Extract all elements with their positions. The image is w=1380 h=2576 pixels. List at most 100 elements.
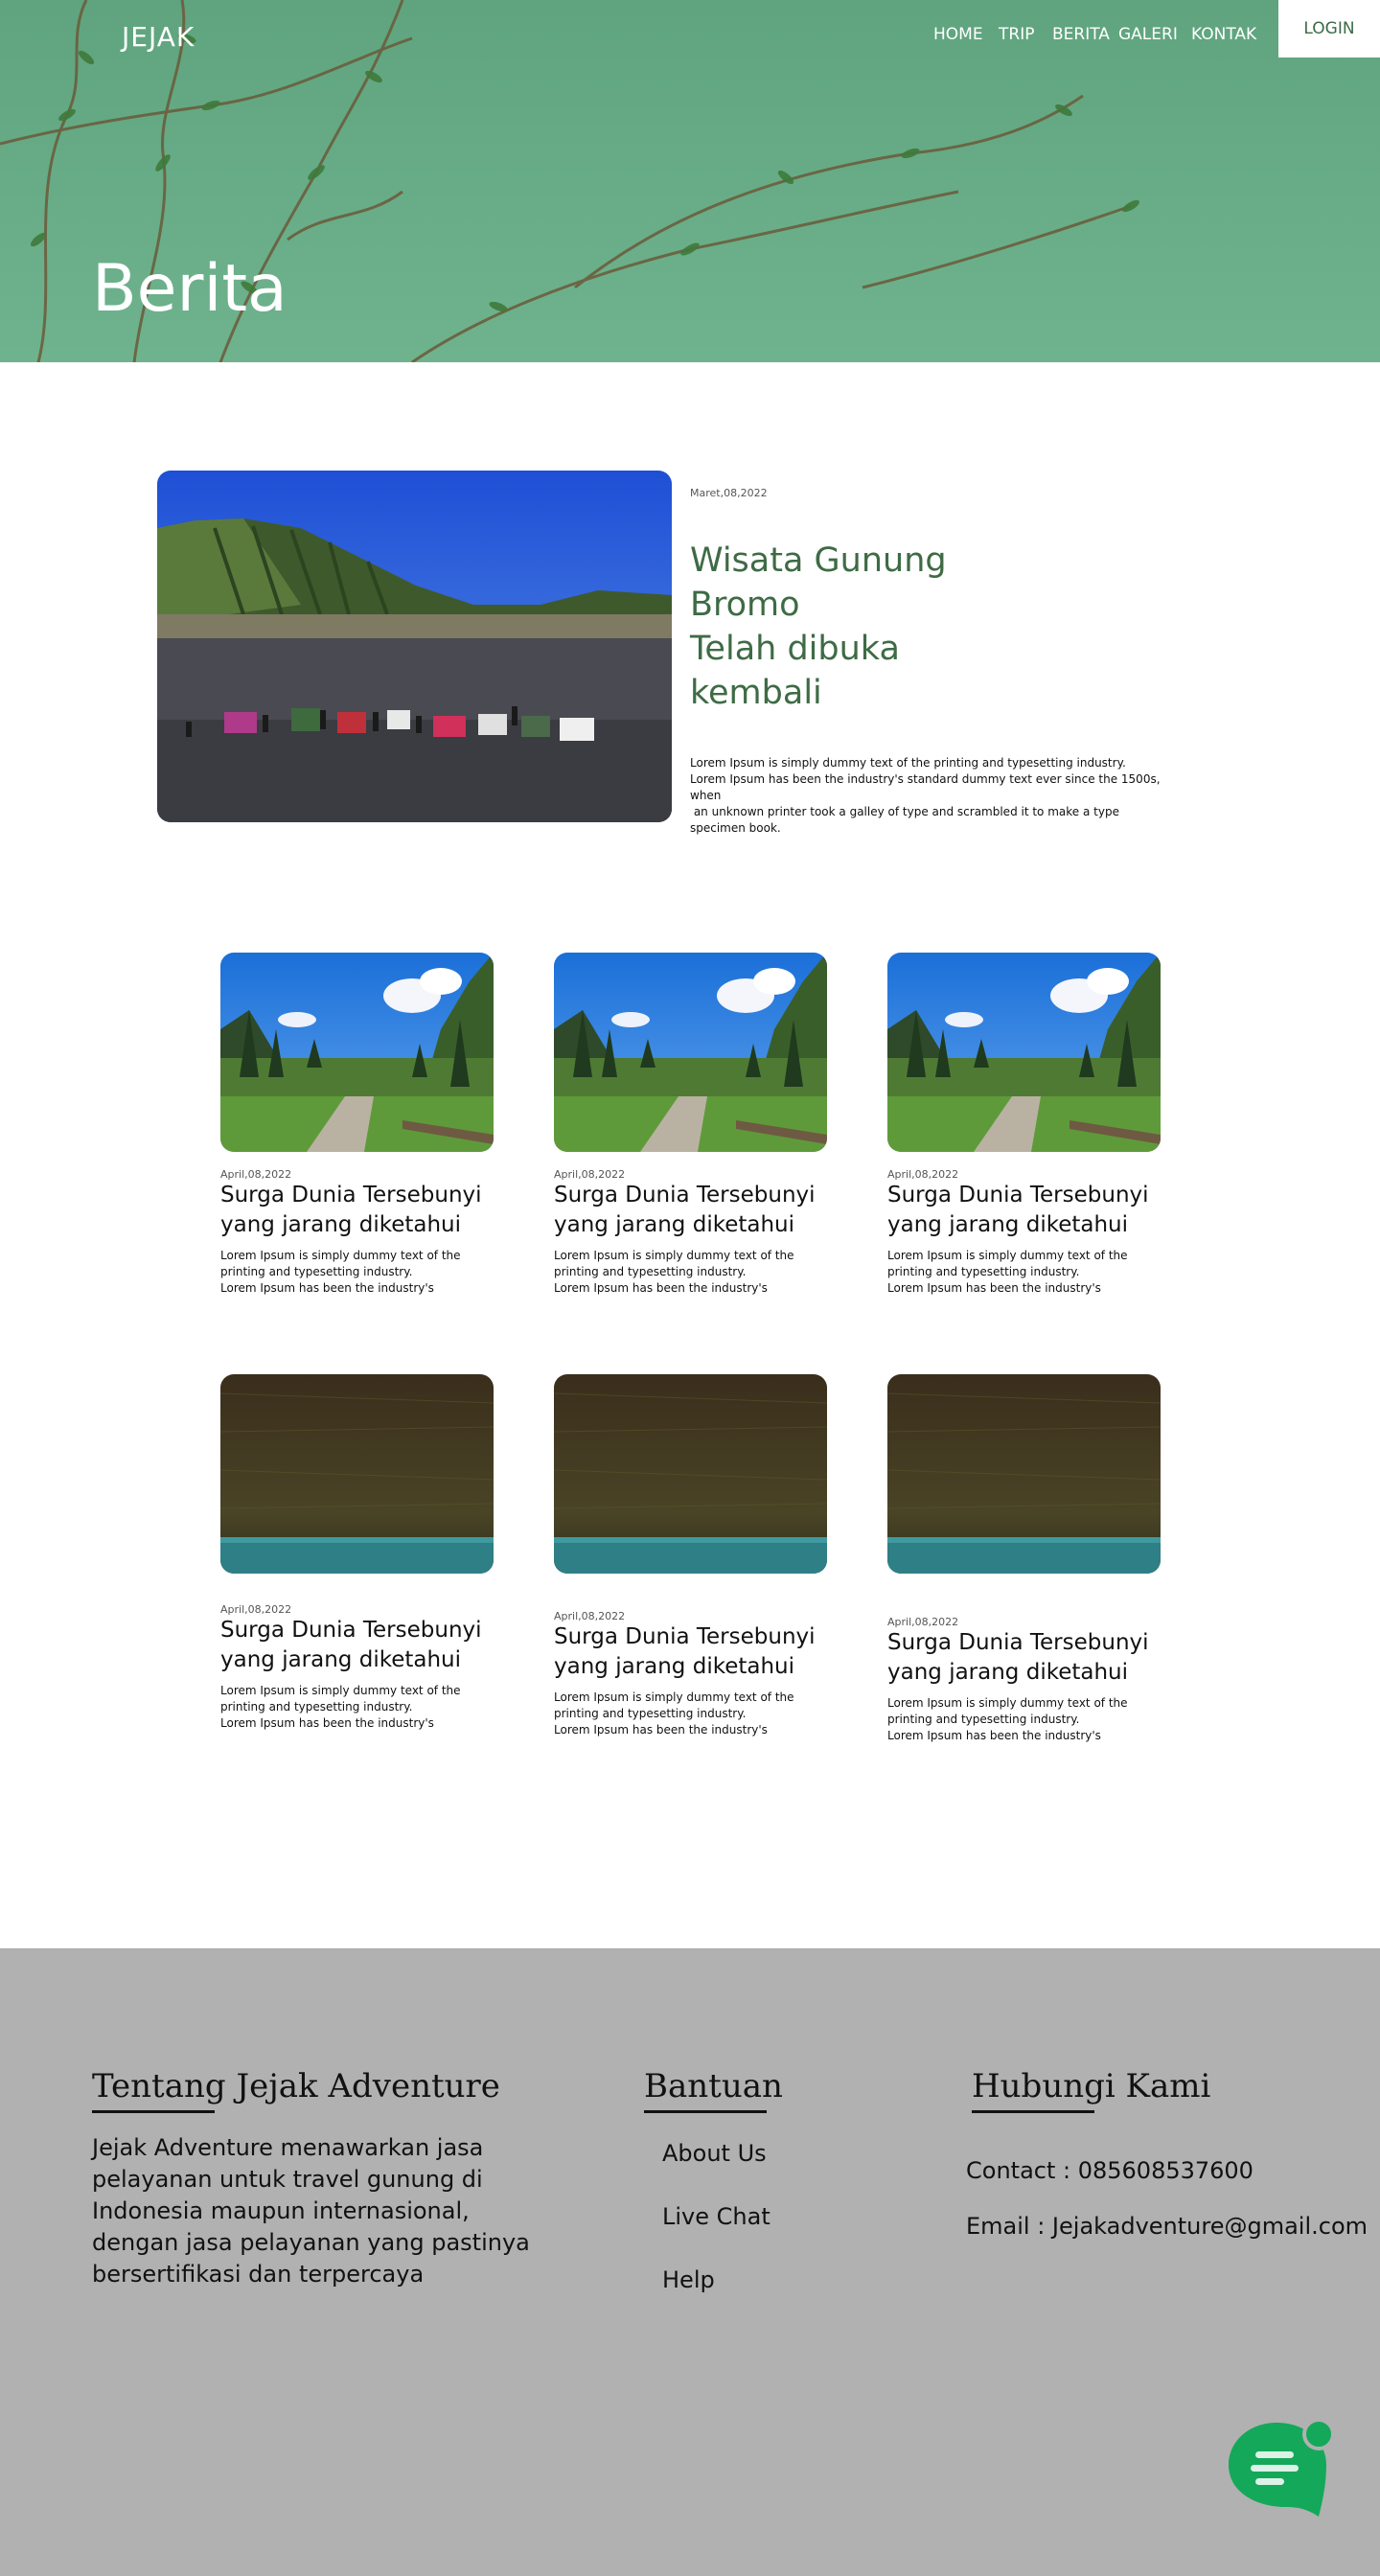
forest-lake-photo (220, 1374, 494, 1574)
nav-berita[interactable]: BERITA (1052, 25, 1110, 44)
title-line: yang jarang diketahui (887, 1212, 1129, 1237)
footer-contact-email[interactable]: Email : Jejakadventure@gmail.com (966, 2211, 1368, 2242)
desc-line: Lorem Ipsum has been the industry's (220, 1281, 434, 1295)
article-card-date: April,08,2022 (887, 1168, 959, 1181)
title-line: Surga Dunia Tersebunyi (220, 1183, 482, 1208)
featured-desc-line: Lorem Ipsum is simply dummy text of the … (690, 756, 1126, 770)
desc-line: Lorem Ipsum is simply dummy text of the (220, 1684, 461, 1697)
title-line: Surga Dunia Tersebunyi (220, 1618, 482, 1643)
about-line: Jejak Adventure menawarkan jasa (92, 2134, 484, 2161)
article-card-image[interactable] (220, 953, 494, 1152)
article-card-title[interactable]: Surga Dunia Tersebunyi yang jarang diket… (554, 1622, 841, 1682)
mountain-valley-photo (887, 953, 1161, 1152)
article-card-date: April,08,2022 (220, 1603, 292, 1616)
article-card-date: April,08,2022 (220, 1168, 292, 1181)
title-line: yang jarang diketahui (220, 1212, 462, 1237)
about-line: bersertifikasi dan terpercaya (92, 2261, 425, 2288)
desc-line: printing and typesetting industry. (554, 1265, 747, 1278)
desc-line: Lorem Ipsum has been the industry's (887, 1281, 1101, 1295)
title-line: yang jarang diketahui (220, 1647, 462, 1672)
featured-desc-line: specimen book. (690, 821, 781, 835)
desc-line: printing and typesetting industry. (220, 1700, 413, 1714)
footer-about-text: Jejak Adventure menawarkan jasa pelayana… (92, 2132, 533, 2290)
footer-contact-heading: Hubungi Kami (972, 2067, 1211, 2105)
article-card-title[interactable]: Surga Dunia Tersebunyi yang jarang diket… (887, 1181, 1175, 1240)
heading-underline (644, 2110, 767, 2113)
page-title: Berita (92, 251, 288, 327)
footer-contact-phone: Contact : 085608537600 (966, 2157, 1254, 2184)
desc-line: Lorem Ipsum is simply dummy text of the (554, 1249, 794, 1262)
featured-desc-line: an unknown printer took a galley of type… (690, 805, 1119, 818)
featured-article-image[interactable] (157, 471, 672, 822)
footer-about-heading: Tentang Jejak Adventure (92, 2067, 500, 2105)
desc-line: Lorem Ipsum has been the industry's (220, 1716, 434, 1730)
hero-banner: JEJAK HOME TRIP BERITA GALERI KONTAK LOG… (0, 0, 1380, 362)
article-card-image[interactable] (887, 1374, 1161, 1574)
article-card-title[interactable]: Surga Dunia Tersebunyi yang jarang diket… (887, 1628, 1175, 1688)
article-card-image[interactable] (554, 953, 827, 1152)
login-button[interactable]: LOGIN (1278, 0, 1380, 58)
desc-line: Lorem Ipsum has been the industry's (554, 1723, 768, 1736)
article-card-image[interactable] (887, 953, 1161, 1152)
article-card-title[interactable]: Surga Dunia Tersebunyi yang jarang diket… (220, 1616, 508, 1675)
heading-underline (92, 2110, 215, 2113)
article-card-description: Lorem Ipsum is simply dummy text of the … (220, 1248, 470, 1297)
nav-galeri[interactable]: GALERI (1118, 25, 1178, 44)
desc-line: Lorem Ipsum is simply dummy text of the (554, 1690, 794, 1704)
site-logo[interactable]: JEJAK (122, 21, 195, 53)
article-card-description: Lorem Ipsum is simply dummy text of the … (554, 1690, 803, 1738)
article-card-description: Lorem Ipsum is simply dummy text of the … (220, 1683, 470, 1732)
chat-icon (1229, 2418, 1335, 2517)
title-line: Surga Dunia Tersebunyi (554, 1624, 816, 1649)
desc-line: printing and typesetting industry. (887, 1265, 1080, 1278)
article-card-image[interactable] (220, 1374, 494, 1574)
featured-desc-line: Lorem Ipsum has been the industry's stan… (690, 772, 1161, 802)
desc-line: Lorem Ipsum is simply dummy text of the (220, 1249, 461, 1262)
forest-lake-photo (887, 1374, 1161, 1574)
featured-article-description: Lorem Ipsum is simply dummy text of the … (690, 755, 1188, 837)
desc-line: printing and typesetting industry. (887, 1713, 1080, 1726)
nav-kontak[interactable]: KONTAK (1191, 25, 1256, 44)
featured-article-date: Maret,08,2022 (690, 487, 768, 499)
title-line: yang jarang diketahui (554, 1212, 795, 1237)
nav-home[interactable]: HOME (933, 25, 983, 44)
about-line: pelayanan untuk travel gunung di (92, 2166, 483, 2193)
bromo-jeep-photo (157, 471, 672, 822)
mountain-valley-photo (554, 953, 827, 1152)
desc-line: Lorem Ipsum has been the industry's (887, 1729, 1101, 1742)
desc-line: Lorem Ipsum has been the industry's (554, 1281, 768, 1295)
mountain-valley-photo (220, 953, 494, 1152)
article-card-description: Lorem Ipsum is simply dummy text of the … (887, 1695, 1137, 1744)
footer-link-about-us[interactable]: About Us (662, 2140, 767, 2167)
footer-link-help[interactable]: Help (662, 2266, 715, 2293)
forest-lake-photo (554, 1374, 827, 1574)
article-card-date: April,08,2022 (554, 1168, 626, 1181)
title-line: Surga Dunia Tersebunyi (887, 1183, 1149, 1208)
article-card-image[interactable] (554, 1374, 827, 1574)
featured-title-line: Wisata Gunung (690, 541, 947, 580)
title-line: Surga Dunia Tersebunyi (554, 1183, 816, 1208)
featured-title-line: kembali (690, 674, 822, 712)
desc-line: Lorem Ipsum is simply dummy text of the (887, 1249, 1128, 1262)
heading-underline (972, 2110, 1094, 2113)
chat-button[interactable] (1227, 2417, 1337, 2522)
about-line: dengan jasa pelayanan yang pastinya (92, 2229, 530, 2256)
title-line: Surga Dunia Tersebunyi (887, 1630, 1149, 1655)
title-line: yang jarang diketahui (554, 1654, 795, 1679)
article-card-description: Lorem Ipsum is simply dummy text of the … (887, 1248, 1137, 1297)
footer-link-live-chat[interactable]: Live Chat (662, 2203, 770, 2230)
article-card-title[interactable]: Surga Dunia Tersebunyi yang jarang diket… (554, 1181, 841, 1240)
nav-trip[interactable]: TRIP (999, 25, 1034, 44)
desc-line: printing and typesetting industry. (554, 1707, 747, 1720)
footer-help-heading: Bantuan (644, 2067, 783, 2105)
article-card-description: Lorem Ipsum is simply dummy text of the … (554, 1248, 803, 1297)
featured-title-line: Telah dibuka (690, 630, 900, 668)
featured-title-line: Bromo (690, 586, 800, 624)
article-card-date: April,08,2022 (887, 1616, 959, 1628)
featured-article-title[interactable]: Wisata Gunung Bromo Telah dibuka kembali (690, 539, 978, 715)
desc-line: printing and typesetting industry. (220, 1265, 413, 1278)
desc-line: Lorem Ipsum is simply dummy text of the (887, 1696, 1128, 1710)
article-card-title[interactable]: Surga Dunia Tersebunyi yang jarang diket… (220, 1181, 508, 1240)
title-line: yang jarang diketahui (887, 1660, 1129, 1685)
article-card-date: April,08,2022 (554, 1610, 626, 1622)
